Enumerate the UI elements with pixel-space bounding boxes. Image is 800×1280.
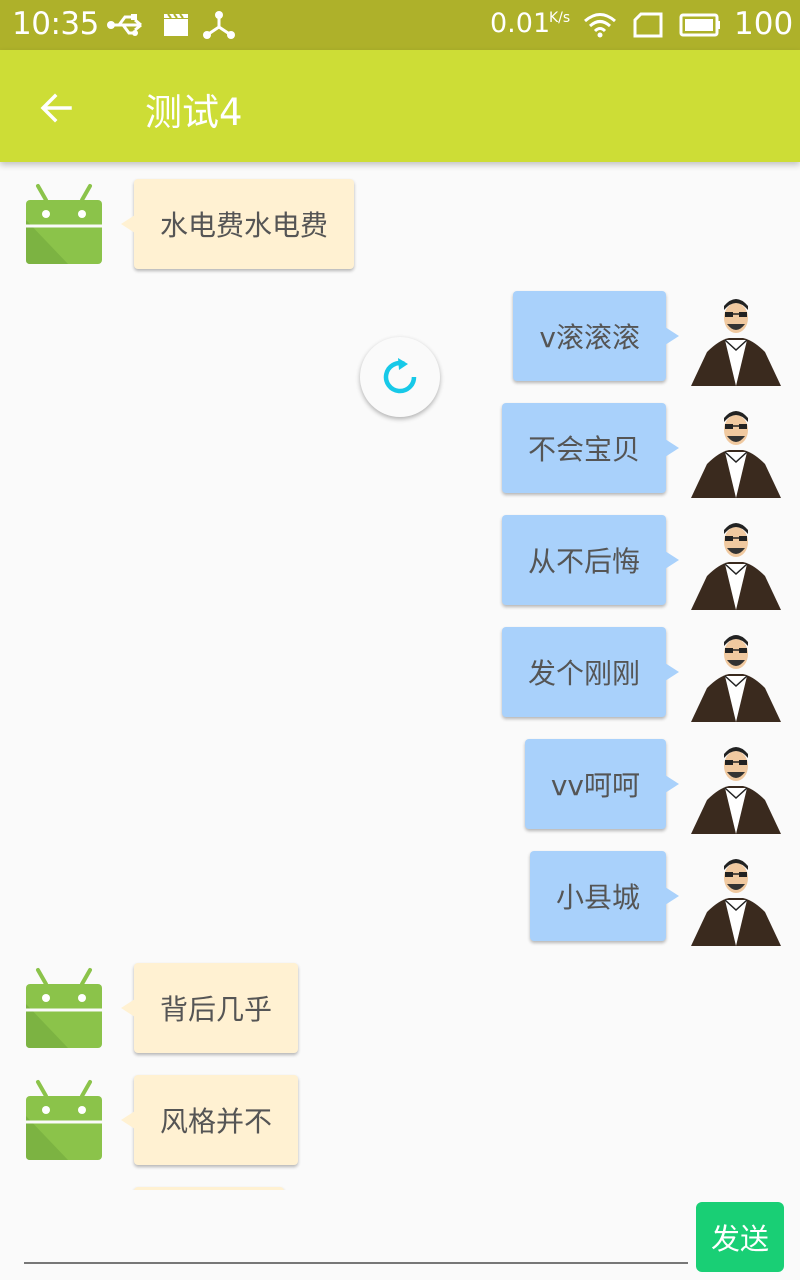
- leon-avatar-icon: [689, 738, 783, 834]
- leon-avatar-icon: [689, 290, 783, 386]
- usb-icon: [106, 10, 148, 40]
- page-title: 测试4: [145, 91, 243, 134]
- message-bubble[interactable]: 水电费水电费: [120, 179, 355, 269]
- user-avatar[interactable]: [689, 738, 783, 834]
- message-text: vv呵呵: [550, 769, 640, 802]
- message-bubble[interactable]: 小县城: [529, 851, 680, 941]
- leon-avatar-icon: [689, 514, 783, 610]
- input-underline: [24, 1262, 688, 1264]
- user-avatar[interactable]: [689, 514, 783, 610]
- message-text: 不会宝贝: [527, 433, 640, 466]
- battery-level: 100: [734, 6, 794, 42]
- leon-avatar-icon: [689, 850, 783, 946]
- message-text: 风格并不: [160, 1105, 273, 1138]
- message-bubble[interactable]: 风格并不: [120, 1075, 299, 1165]
- clapperboard-icon: [162, 10, 190, 40]
- battery-icon: [678, 10, 722, 40]
- message-text: 水电费水电费: [160, 209, 329, 242]
- user-avatar[interactable]: [689, 402, 783, 498]
- refresh-indicator: [360, 337, 440, 417]
- user-avatar[interactable]: [689, 290, 783, 386]
- app-toolbar: 测试4: [0, 50, 800, 162]
- message-bubble[interactable]: 不会宝贝: [501, 403, 680, 493]
- user-avatar[interactable]: [689, 850, 783, 946]
- message-list[interactable]: 水电费水电费 v滚滚滚 不会宝贝 从不后悔 发个刚刚 vv呵呵 小县城 背后几乎…: [0, 162, 800, 1190]
- net-speed-unit: K/s: [549, 10, 571, 26]
- sim-card-icon: [632, 10, 664, 40]
- message-text: 背后几乎: [160, 993, 273, 1026]
- message-bubble[interactable]: v滚滚滚: [513, 291, 679, 381]
- wifi-icon: [582, 10, 618, 40]
- status-time: 10:35: [12, 6, 99, 42]
- android-avatar-icon[interactable]: [24, 1076, 104, 1162]
- message-input[interactable]: [24, 1205, 688, 1261]
- message-text: 小县城: [555, 881, 640, 914]
- message-bubble[interactable]: vv呵呵: [524, 739, 680, 829]
- share-icon: [202, 10, 236, 40]
- leon-avatar-icon: [689, 626, 783, 722]
- leon-avatar-icon: [689, 402, 783, 498]
- message-bubble[interactable]: 背后几乎: [120, 963, 299, 1053]
- arrow-back-icon: [40, 93, 72, 123]
- user-avatar[interactable]: [689, 626, 783, 722]
- message-bubble[interactable]: 从不后悔: [501, 515, 680, 605]
- net-speed: 0.01: [490, 8, 551, 39]
- back-button[interactable]: [28, 80, 84, 136]
- refresh-icon: [383, 358, 417, 394]
- android-avatar-icon[interactable]: [24, 964, 104, 1050]
- status-bar: 10:35 0.01 K/s 100: [0, 0, 800, 50]
- message-bubble-partial[interactable]: [134, 1187, 284, 1190]
- message-bubble[interactable]: 发个刚刚: [501, 627, 680, 717]
- message-text: v滚滚滚: [539, 321, 640, 354]
- send-button[interactable]: 发送: [696, 1202, 784, 1272]
- message-text: 发个刚刚: [527, 657, 640, 690]
- android-avatar-icon[interactable]: [24, 180, 104, 266]
- message-text: 从不后悔: [527, 545, 640, 578]
